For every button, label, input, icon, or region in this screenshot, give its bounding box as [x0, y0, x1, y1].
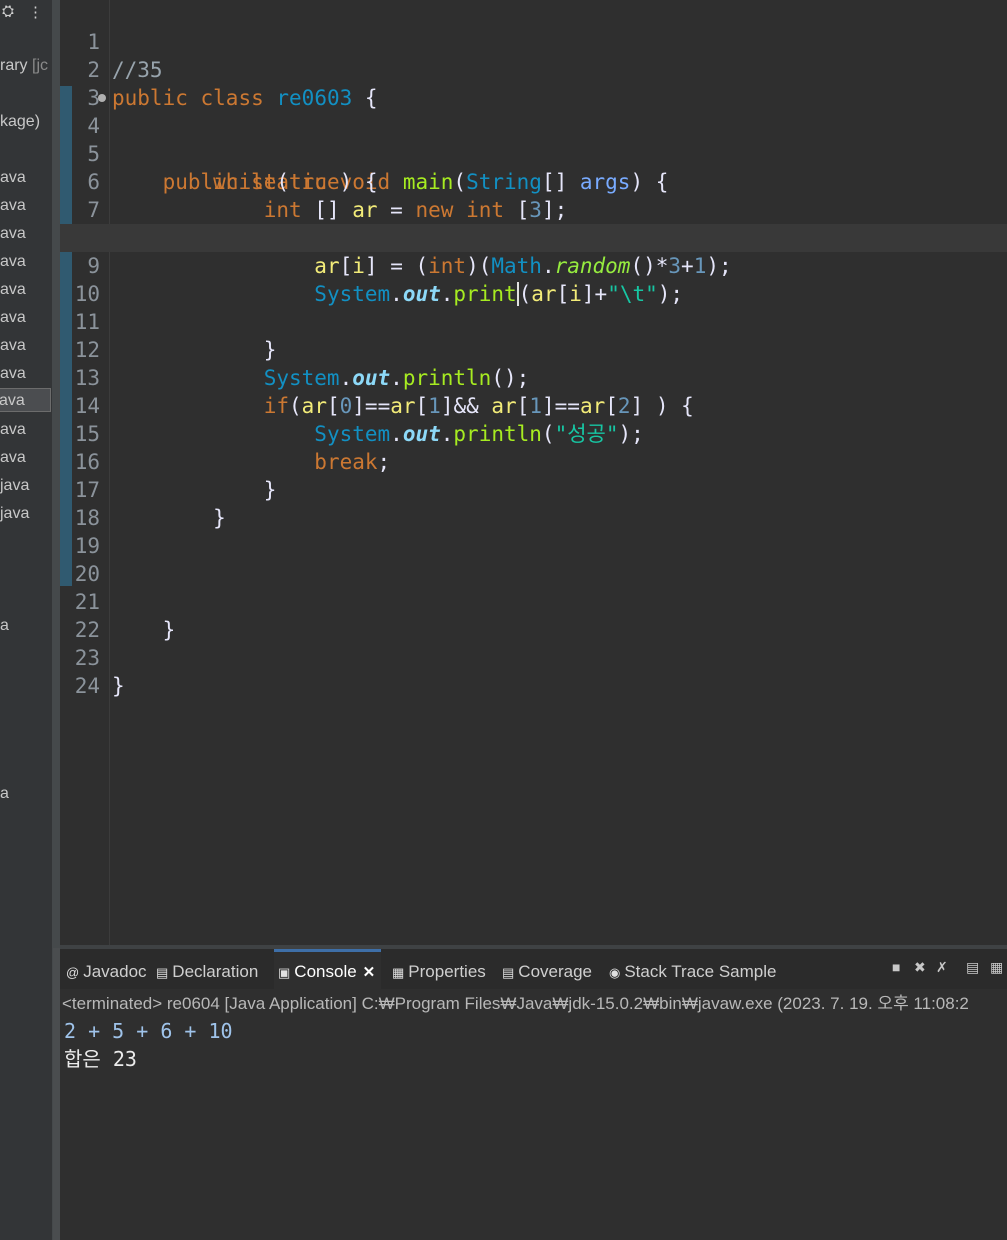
remove-launch-icon[interactable]: ✖ [914, 959, 926, 976]
code-line: 24 [60, 644, 1007, 698]
code-line: 22 [60, 588, 1007, 642]
explorer-item-file[interactable]: ava [0, 446, 52, 470]
explorer-item-file[interactable]: ava [0, 278, 52, 302]
view-menu-icon[interactable]: ⋮ [28, 3, 43, 21]
code-line: 14 System.out.println("성공"); [60, 364, 1007, 446]
line-number: 24 [74, 674, 100, 698]
code-line-current: 9 System.out.print(ar[i]+"\t"); [60, 224, 1007, 306]
tab-declaration[interactable]: ▤ Declaration [156, 949, 258, 989]
tab-console[interactable]: ▣ Console ✕ [274, 949, 382, 989]
code-line: 8 ar[i] = (int)(Math.random()*3+1); [60, 196, 1007, 278]
code-line: 11 } [60, 280, 1007, 362]
fold-marker-icon[interactable] [98, 94, 106, 102]
code-line: 21 } [60, 560, 1007, 642]
code-line: 4 public static void main(String[] args)… [60, 84, 1007, 194]
code-line: 1 //35 [60, 0, 1007, 82]
code-line: 12 System.out.println(); [60, 308, 1007, 390]
remove-all-icon[interactable]: ✗ [936, 959, 948, 976]
scroll-lock-icon[interactable]: ▦ [990, 959, 1003, 976]
console-status-line: <terminated> re0604 [Java Application] C… [62, 994, 969, 1013]
tab-properties[interactable]: ▦ Properties [392, 949, 486, 989]
code-line: 7 for(int i=0;i<3;i++) { [60, 168, 1007, 250]
code-line: 20 [60, 532, 1007, 586]
explorer-item-file-selected[interactable]: ava [0, 388, 51, 412]
code-line: 23 } [60, 616, 1007, 698]
explorer-item-file[interactable]: a [0, 614, 52, 638]
console-view[interactable]: <terminated> re0604 [Java Application] C… [60, 989, 1007, 1240]
explorer-item-file[interactable]: ava [0, 418, 52, 442]
explorer-item-file[interactable]: ava [0, 194, 52, 218]
tab-javadoc[interactable]: @ Javadoc [66, 949, 147, 989]
explorer-item-file[interactable]: ava [0, 362, 52, 386]
package-explorer: ⛭ ⋮ rary [jc kage) ava ava ava ava ava a… [0, 0, 52, 1240]
tab-coverage[interactable]: ▤ Coverage [502, 949, 592, 989]
code-line: 2 public class re0603 { [60, 28, 1007, 110]
console-icon: ▣ [278, 965, 291, 980]
explorer-item-file[interactable]: java [0, 502, 52, 526]
console-output-line: 합은 23 [64, 1047, 137, 1071]
explorer-item-file[interactable]: ava [0, 166, 52, 190]
code-line: 18 [60, 476, 1007, 530]
code-editor[interactable]: 1 //35 2 public class re0603 { 3 4 publi… [60, 0, 1007, 948]
explorer-item-file[interactable]: ava [0, 306, 52, 330]
code-line: 17 } [60, 448, 1007, 530]
explorer-item-file[interactable]: ava [0, 222, 52, 246]
code-line: 15 break; [60, 392, 1007, 474]
console-output-line: 2 + 5 + 6 + 10 [64, 1019, 233, 1043]
explorer-item-file[interactable]: a [0, 782, 52, 806]
code-line: 10 [60, 252, 1007, 306]
code-line: 16 } [60, 420, 1007, 502]
views-tab-bar: @ Javadoc ▤ Declaration ▣ Console ✕ ▦ Propert… [60, 949, 1007, 989]
code-line: 5 while(true) { [60, 112, 1007, 194]
filter-icon[interactable]: ⛭ [2, 3, 14, 20]
explorer-item-file[interactable]: ava [0, 250, 52, 274]
close-icon[interactable]: ✕ [363, 964, 376, 981]
code-line: 13 if(ar[0]==ar[1]&& ar[1]==ar[2] ) { [60, 336, 1007, 418]
explorer-item-file[interactable]: ava [0, 334, 52, 358]
clear-console-icon[interactable]: ▤ [966, 959, 979, 976]
explorer-item-package[interactable]: kage) [0, 110, 52, 134]
code-line: 6 int [] ar = new int [3]; [60, 140, 1007, 222]
code-line: 19 [60, 504, 1007, 558]
explorer-item-library[interactable]: rary [jc [0, 54, 52, 78]
terminate-icon[interactable]: ■ [892, 959, 900, 975]
code-line: 3 [60, 56, 1007, 110]
tab-stack-trace-sample[interactable]: ◉ Stack Trace Sample [609, 949, 776, 989]
explorer-item-file[interactable]: java [0, 474, 52, 498]
explorer-toolbar: ⛭ ⋮ [0, 0, 52, 26]
